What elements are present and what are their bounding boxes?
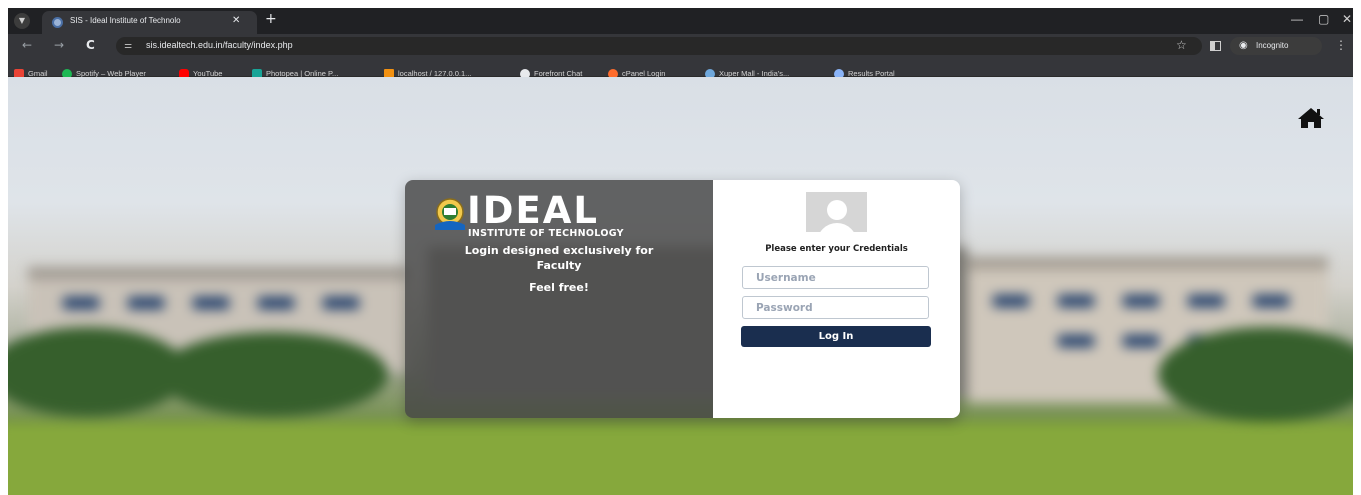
user-avatar-icon xyxy=(806,192,867,232)
bookmark-youtube[interactable]: YouTube xyxy=(179,63,222,79)
avatar-body xyxy=(817,223,857,232)
login-form-panel: Please enter your Credentials Log In xyxy=(713,180,960,418)
bookmark-results-portal[interactable]: Results Portal xyxy=(834,63,895,79)
bookmark-spotify[interactable]: Spotify – Web Player xyxy=(62,63,146,79)
site-favicon-icon xyxy=(52,17,63,28)
browser-menu-icon[interactable]: ⋮ xyxy=(1335,38,1347,52)
forward-button[interactable]: → xyxy=(54,38,64,52)
restore-button[interactable]: ▢ xyxy=(1318,12,1329,26)
tree-shape xyxy=(158,332,388,417)
lawn-shape xyxy=(8,422,1353,495)
bookmark-photopea[interactable]: Photopea | Online P... xyxy=(252,63,338,79)
login-card: IDEAL INSTITUTE OF TECHNOLOGY Login desi… xyxy=(405,180,960,418)
close-window-button[interactable]: ✕ xyxy=(1342,12,1352,26)
site-info-icon[interactable]: ⚌ xyxy=(124,40,138,52)
building-window xyxy=(993,295,1029,307)
bookmark-star-icon[interactable]: ☆ xyxy=(1176,38,1187,52)
login-button[interactable]: Log In xyxy=(741,326,931,347)
building-roof xyxy=(28,267,408,279)
feel-free-text: Feel free! xyxy=(529,281,589,294)
password-input[interactable] xyxy=(742,296,929,319)
building-window xyxy=(193,297,229,309)
logo-subtitle: INSTITUTE OF TECHNOLOGY xyxy=(468,228,624,239)
side-panel-icon[interactable] xyxy=(1210,41,1221,51)
tab-search-button[interactable]: ▼ xyxy=(14,13,30,29)
incognito-badge[interactable]: ◉ Incognito xyxy=(1230,37,1322,55)
tree-shape xyxy=(1158,327,1353,422)
building-roof xyxy=(968,257,1328,269)
minimize-button[interactable]: — xyxy=(1291,12,1303,26)
incognito-label: Incognito xyxy=(1256,41,1289,50)
bookmark-xupermall[interactable]: Xuper Mall - India's... xyxy=(705,63,789,79)
username-input[interactable] xyxy=(742,266,929,289)
login-info-panel: IDEAL INSTITUTE OF TECHNOLOGY Login desi… xyxy=(405,180,713,418)
logo-wordmark: IDEAL xyxy=(467,189,599,232)
browser-toolbar: ← → C ⚌ sis.idealtech.edu.in/faculty/ind… xyxy=(8,34,1353,58)
building-window xyxy=(1253,295,1289,307)
intro-text-line-1: Login designed exclusively for xyxy=(464,244,654,257)
building-window xyxy=(128,297,164,309)
bookmarks-bar: Gmail Spotify – Web Player YouTube Photo… xyxy=(8,58,1353,79)
incognito-icon: ◉ xyxy=(1239,40,1248,51)
credentials-label: Please enter your Credentials xyxy=(765,244,908,254)
back-button[interactable]: ← xyxy=(22,38,32,52)
address-bar[interactable]: ⚌ sis.idealtech.edu.in/faculty/index.php… xyxy=(116,37,1202,55)
new-tab-button[interactable]: + xyxy=(265,11,277,27)
building-window xyxy=(258,297,294,309)
institute-emblem-icon xyxy=(435,198,465,230)
tab-title: SIS - Ideal Institute of Technolo xyxy=(70,16,181,25)
tab-active[interactable]: SIS - Ideal Institute of Technolo ✕ xyxy=(42,11,257,34)
building-window xyxy=(1058,295,1094,307)
page-viewport: IDEAL INSTITUTE OF TECHNOLOGY Login desi… xyxy=(8,77,1353,495)
building-window xyxy=(323,297,359,309)
building-window xyxy=(1123,295,1159,307)
url-text[interactable]: sis.idealtech.edu.in/faculty/index.php xyxy=(146,40,293,50)
building-window xyxy=(1058,335,1094,347)
tab-bar: ▼ SIS - Ideal Institute of Technolo ✕ + … xyxy=(8,8,1353,34)
bookmark-localhost[interactable]: localhost / 127.0.0.1... xyxy=(384,63,471,79)
bookmark-forefront[interactable]: Forefront Chat xyxy=(520,63,582,79)
building-window xyxy=(1123,335,1159,347)
reload-button[interactable]: C xyxy=(86,38,95,52)
building-window xyxy=(1188,295,1224,307)
tab-close-icon[interactable]: ✕ xyxy=(232,15,240,26)
building-window xyxy=(63,297,99,309)
browser-window: ▼ SIS - Ideal Institute of Technolo ✕ + … xyxy=(8,8,1353,495)
home-icon[interactable] xyxy=(1297,106,1325,130)
bookmark-gmail[interactable]: Gmail xyxy=(14,63,48,79)
intro-text-line-2: Faculty xyxy=(536,259,582,272)
avatar-head xyxy=(827,200,847,220)
bookmark-cpanel[interactable]: cPanel Login xyxy=(608,63,665,79)
